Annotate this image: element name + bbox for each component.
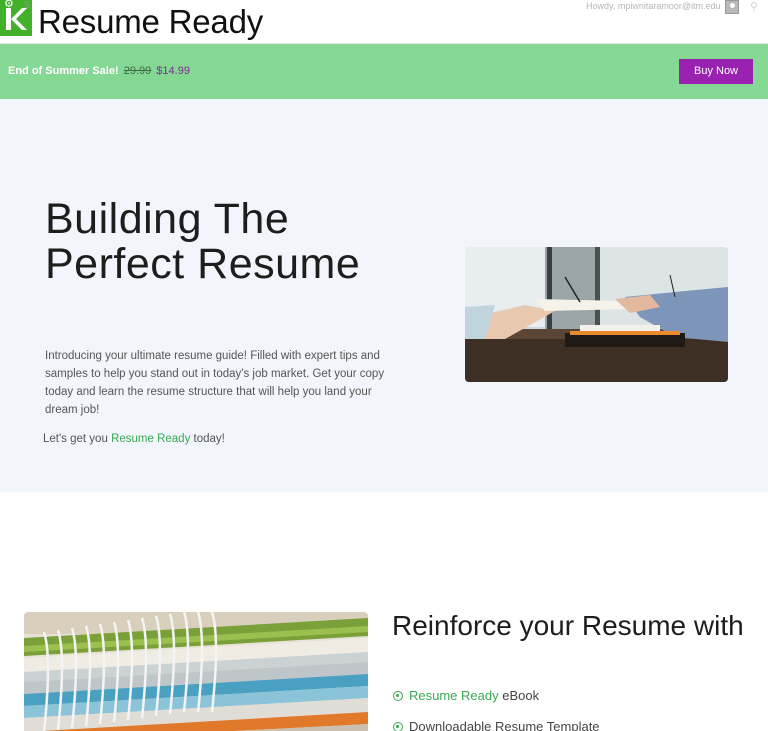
hero-description: Introducing your ultimate resume guide! …: [45, 350, 385, 416]
hero-title: Building The Perfect Resume: [45, 195, 361, 288]
gear-icon: ⚙: [4, 0, 14, 10]
user-avatar-icon[interactable]: [725, 0, 739, 14]
circle-bullet-icon: [393, 722, 403, 731]
promo-old-price: 29.99: [123, 65, 152, 77]
brand-title[interactable]: Resume Ready: [38, 3, 263, 41]
spiral-notebooks-photo: [24, 612, 368, 731]
resume-ready-link[interactable]: Resume Ready: [111, 433, 190, 445]
howdy-user-text[interactable]: Howdy, mpiwnitaramoor@itm.edu: [586, 1, 721, 11]
list-item-text: eBook: [498, 688, 540, 703]
circle-bullet-icon: [393, 691, 403, 701]
list-item: Resume Ready eBook: [393, 686, 600, 717]
search-icon[interactable]: ⚲: [750, 0, 758, 13]
handshake-photo: [465, 247, 728, 382]
list-item-text: Downloadable Resume Template: [409, 719, 600, 731]
promo-new-price: $14.99: [156, 65, 190, 77]
promo-label: End of Summer Sale!: [8, 65, 119, 77]
site-header: ⚙ S Resume Ready Howdy, mpiwnitaramoor@i…: [0, 0, 768, 44]
hero-cta-prefix: Let's get you: [43, 433, 108, 445]
feature-list: Resume Ready eBook Downloadable Resume T…: [393, 686, 600, 731]
list-item-highlight: Resume Ready: [409, 688, 499, 703]
section2-title: Reinforce your Resume with: [392, 610, 744, 641]
list-item: Downloadable Resume Template: [393, 717, 600, 731]
hero-cta: Let's get you Resume Ready today!: [43, 433, 225, 445]
hero-section: Building The Perfect Resume Introducing …: [0, 99, 768, 492]
promo-bar: End of Summer Sale! 29.99 $14.99 Buy Now: [0, 44, 768, 99]
promo-text: End of Summer Sale! 29.99 $14.99: [8, 65, 190, 77]
buy-now-button[interactable]: Buy Now: [679, 59, 753, 84]
hero-cta-suffix: today!: [193, 433, 225, 445]
tiny-site-label: S: [24, 0, 31, 10]
